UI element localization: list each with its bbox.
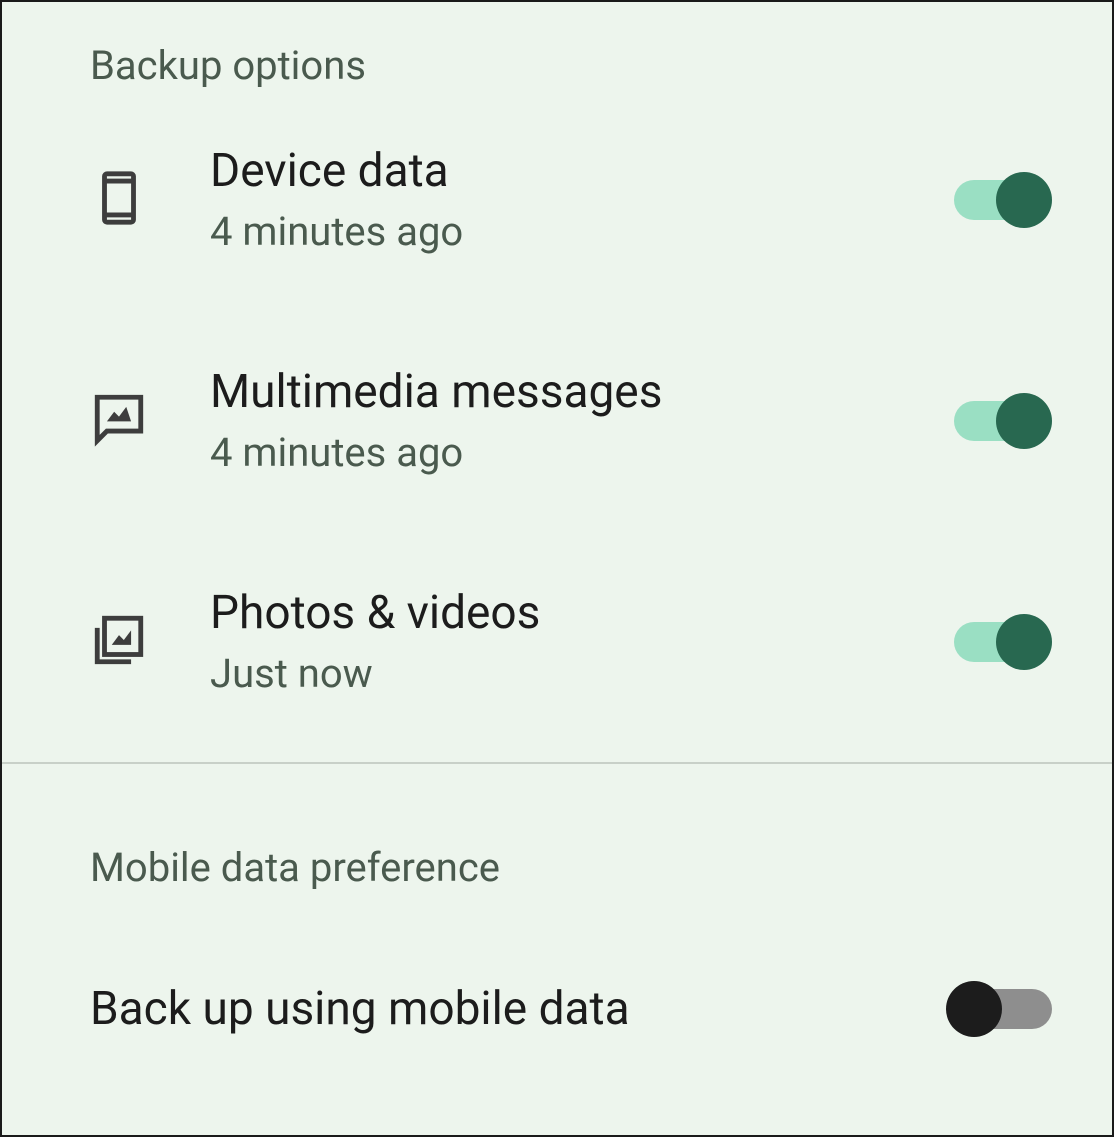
device-data-item[interactable]: Device data 4 minutes ago: [2, 89, 1112, 310]
multimedia-messages-title: Multimedia messages: [210, 365, 954, 419]
backup-mobile-data-item[interactable]: Back up using mobile data: [2, 891, 1112, 1092]
device-data-title: Device data: [210, 144, 954, 198]
multimedia-messages-item[interactable]: Multimedia messages 4 minutes ago: [2, 310, 1112, 531]
multimedia-messages-toggle[interactable]: [954, 393, 1052, 449]
backup-options-header: Backup options: [2, 2, 1112, 89]
photos-videos-title: Photos & videos: [210, 586, 954, 640]
photos-videos-subtitle: Just now: [210, 650, 954, 697]
device-data-toggle[interactable]: [954, 172, 1052, 228]
phone-icon: [90, 169, 210, 231]
device-data-subtitle: 4 minutes ago: [210, 208, 954, 255]
photos-videos-item[interactable]: Photos & videos Just now: [2, 531, 1112, 752]
multimedia-messages-subtitle: 4 minutes ago: [210, 429, 954, 476]
settings-container: Backup options Device data 4 minutes ago: [2, 2, 1112, 1135]
mobile-data-header: Mobile data preference: [2, 804, 1112, 891]
photos-icon: [90, 611, 210, 673]
mms-icon: [90, 390, 210, 452]
photos-videos-toggle[interactable]: [954, 614, 1052, 670]
backup-mobile-data-toggle[interactable]: [946, 981, 1052, 1037]
backup-mobile-data-title: Back up using mobile data: [90, 982, 946, 1036]
